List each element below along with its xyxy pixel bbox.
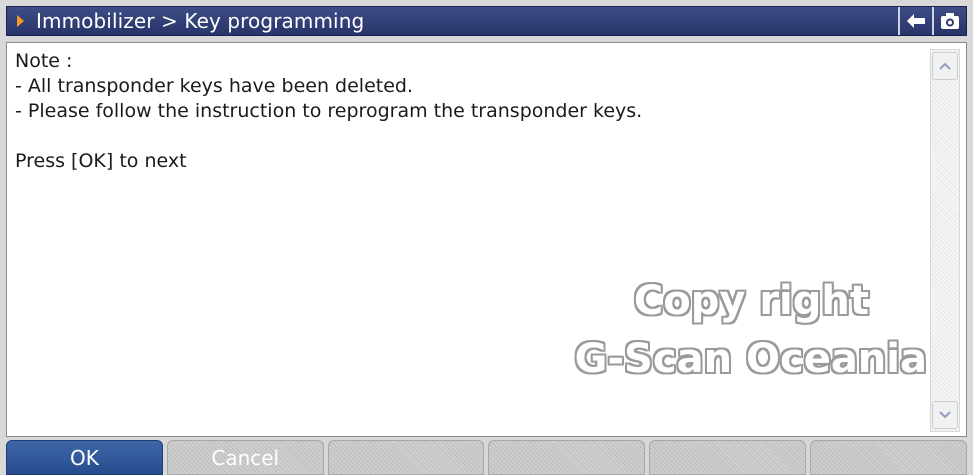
ok-button[interactable]: OK — [6, 440, 163, 475]
title-bar-buttons — [898, 7, 966, 35]
watermark-line-2: G-Scan Oceania — [574, 336, 927, 382]
function-button-empty[interactable] — [327, 440, 485, 475]
camera-icon — [941, 13, 959, 29]
function-button-bar: OK Cancel — [6, 440, 967, 475]
function-button-empty[interactable] — [649, 440, 807, 475]
message-line: Note : — [15, 50, 73, 72]
back-button[interactable] — [898, 7, 932, 35]
title-bar: Immobilizer > Key programming — [6, 6, 967, 36]
message-line: - All transponder keys have been deleted… — [15, 75, 413, 97]
scroll-down-button[interactable] — [932, 401, 958, 429]
message-line — [15, 124, 924, 149]
page-title: Immobilizer > Key programming — [36, 9, 365, 33]
function-button-empty[interactable] — [810, 440, 967, 475]
chevron-up-icon — [939, 62, 951, 70]
scroll-up-button[interactable] — [932, 52, 958, 80]
message-line: - Please follow the instruction to repro… — [15, 100, 643, 122]
watermark-line-1: Copy right — [633, 278, 869, 324]
message-line: Press [OK] to next — [15, 150, 187, 172]
arrow-left-icon — [907, 14, 925, 28]
chevron-down-icon — [939, 411, 951, 419]
screenshot-button[interactable] — [932, 7, 966, 35]
vertical-scrollbar[interactable] — [930, 49, 960, 432]
function-button-empty[interactable] — [488, 440, 646, 475]
play-arrow-icon — [17, 15, 24, 27]
cancel-button[interactable]: Cancel — [166, 440, 324, 475]
